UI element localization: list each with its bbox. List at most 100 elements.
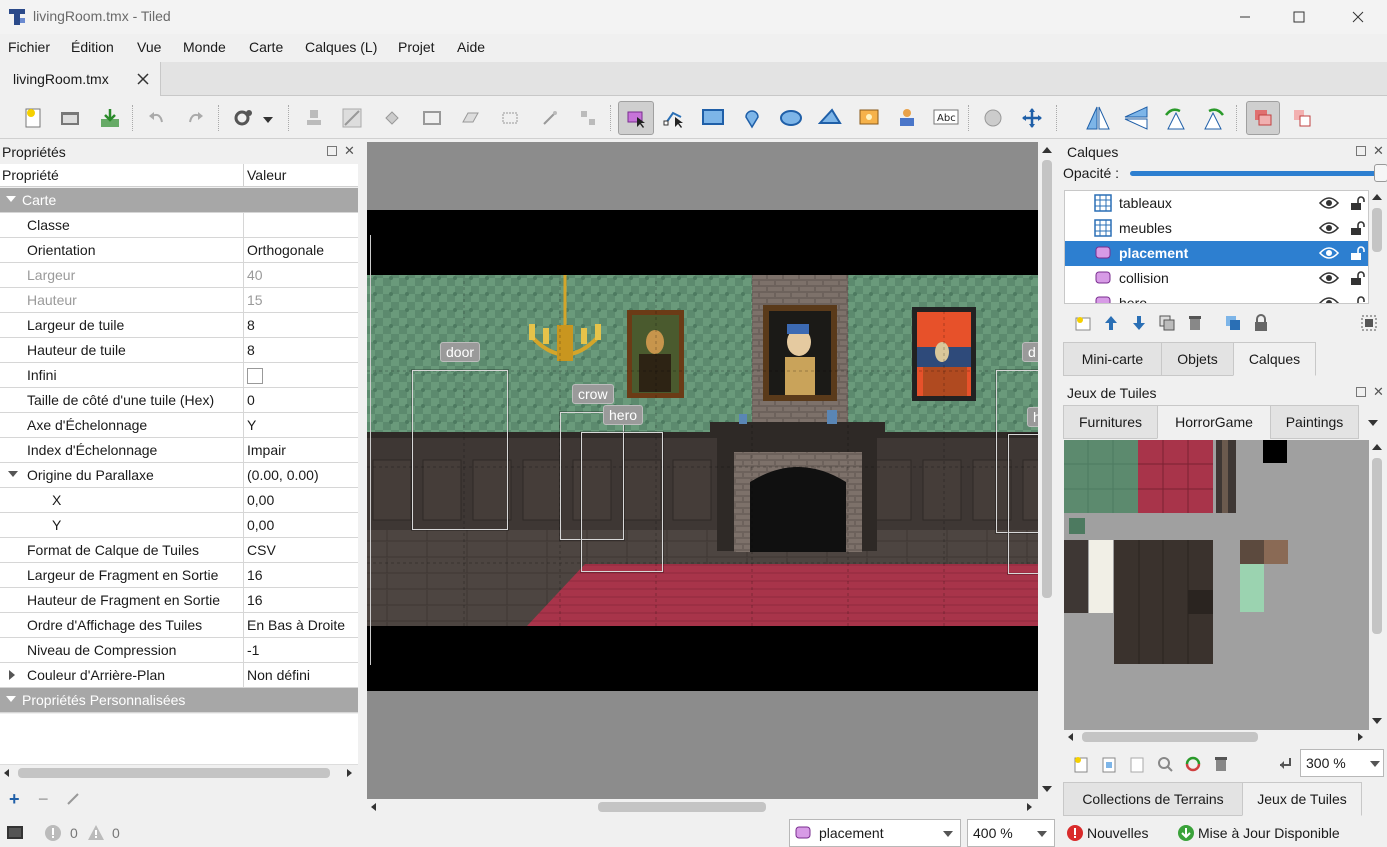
select-objects-icon[interactable] <box>618 101 654 135</box>
menu-edition[interactable]: Édition <box>71 39 114 55</box>
property-row[interactable]: Niveau de Compression -1 <box>0 638 358 663</box>
tileset-menu-icon[interactable] <box>1368 420 1378 426</box>
tileset-view[interactable] <box>1064 440 1369 730</box>
open-icon[interactable] <box>56 105 84 131</box>
layer-row[interactable]: hero <box>1065 291 1368 303</box>
opacity-slider-handle[interactable] <box>1374 164 1387 182</box>
select-same-tile-icon[interactable] <box>574 105 602 131</box>
menu-fichier[interactable]: Fichier <box>8 39 50 55</box>
menu-monde[interactable]: Monde <box>183 39 226 55</box>
rotate-left-icon[interactable] <box>1161 105 1189 131</box>
group-custom-properties[interactable]: Propriétés Personnalisées <box>0 688 358 713</box>
property-value[interactable]: Y <box>247 417 256 433</box>
property-row[interactable]: Largeur 40 <box>0 263 358 288</box>
insert-template-icon[interactable] <box>893 105 921 131</box>
layer-row[interactable]: meubles <box>1065 216 1368 241</box>
new-tileset-icon[interactable] <box>1072 755 1090 776</box>
layer-group-icon[interactable] <box>1224 314 1242 335</box>
flip-vertical-icon[interactable] <box>1122 105 1150 131</box>
tab-objets[interactable]: Objets <box>1161 342 1234 376</box>
tab-furnitures[interactable]: Furnitures <box>1063 405 1158 439</box>
close-layers-icon[interactable]: ✕ <box>1373 143 1384 159</box>
lock-icon[interactable] <box>1349 220 1365 239</box>
property-row[interactable]: Index d'Échelonnage Impair <box>0 438 358 463</box>
rotate-right-icon[interactable] <box>1200 105 1228 131</box>
properties-hscrollbar[interactable] <box>0 764 358 780</box>
opacity-slider[interactable] <box>1130 171 1380 176</box>
property-value[interactable]: CSV <box>247 542 276 558</box>
warning-icon[interactable] <box>87 824 105 845</box>
commands-icon[interactable] <box>230 105 258 131</box>
tab-jeux-de-tuiles[interactable]: Jeux de Tuiles <box>1242 782 1362 816</box>
lower-layer-icon[interactable] <box>1130 314 1148 335</box>
duplicate-layer-icon[interactable] <box>1158 314 1176 335</box>
lock-icon[interactable] <box>1349 270 1365 289</box>
lock-icon[interactable] <box>1349 295 1365 303</box>
tileset-hscrollbar[interactable] <box>1064 730 1369 744</box>
tileset-zoom-combo[interactable]: 300 % <box>1300 749 1384 777</box>
object-h-box[interactable] <box>1008 434 1038 574</box>
visibility-eye-icon[interactable] <box>1318 196 1340 213</box>
layer-row[interactable]: collision <box>1065 266 1368 291</box>
property-value[interactable]: Orthogonale <box>247 242 324 258</box>
property-value[interactable]: 8 <box>247 342 255 358</box>
flip-horizontal-icon[interactable] <box>1084 105 1112 131</box>
property-row[interactable]: Largeur de tuile 8 <box>0 313 358 338</box>
error-icon[interactable] <box>44 824 62 845</box>
edit-tileset-icon[interactable] <box>1156 755 1174 776</box>
property-value[interactable]: Non défini <box>247 667 310 683</box>
rename-property-icon[interactable] <box>66 792 80 809</box>
property-row[interactable]: Y 0,00 <box>0 513 358 538</box>
property-row[interactable]: Couleur d'Arrière-Plan Non défini <box>0 663 358 688</box>
current-layer-combo[interactable]: placement <box>789 819 961 847</box>
delete-layer-icon[interactable] <box>1186 314 1204 335</box>
property-row[interactable]: Largeur de Fragment en Sortie 16 <box>0 563 358 588</box>
infini-checkbox[interactable] <box>247 368 263 384</box>
show-tile-collision-icon[interactable] <box>1288 105 1316 131</box>
console-icon[interactable] <box>6 825 24 844</box>
replace-tileset-icon[interactable] <box>1184 755 1202 776</box>
save-icon[interactable] <box>96 105 124 131</box>
insert-point-icon[interactable] <box>738 105 766 131</box>
property-value[interactable]: 40 <box>247 267 263 283</box>
raise-layer-icon[interactable] <box>1102 314 1120 335</box>
property-row[interactable]: Hauteur 15 <box>0 288 358 313</box>
stamp-brush-icon[interactable] <box>300 105 328 131</box>
update-link[interactable]: Mise à Jour Disponible <box>1198 825 1340 841</box>
property-value[interactable]: 8 <box>247 317 255 333</box>
map-canvas[interactable]: door crow hero d h <box>367 142 1038 799</box>
canvas-vscrollbar[interactable] <box>1038 142 1056 799</box>
property-row[interactable]: Taille de côté d'une tuile (Hex) 0 <box>0 388 358 413</box>
maximize-button[interactable] <box>1270 0 1328 34</box>
shape-fill-icon[interactable] <box>418 105 446 131</box>
property-row[interactable]: Hauteur de tuile 8 <box>0 338 358 363</box>
bucket-fill-icon[interactable] <box>378 105 406 131</box>
layer-row[interactable]: placement <box>1065 241 1368 266</box>
eraser-icon[interactable] <box>456 105 484 131</box>
property-value[interactable]: 0,00 <box>247 517 274 533</box>
menu-vue[interactable]: Vue <box>137 39 161 55</box>
property-value[interactable]: En Bas à Droite <box>247 617 345 633</box>
insert-ellipse-icon[interactable] <box>777 105 805 131</box>
property-row[interactable]: Axe d'Échelonnage Y <box>0 413 358 438</box>
move-icon[interactable] <box>1018 105 1046 131</box>
lock-icon[interactable] <box>1349 195 1365 214</box>
property-value[interactable]: (0.00, 0.00) <box>247 467 319 483</box>
property-row[interactable]: Ordre d'Affichage des Tuiles En Bas à Dro… <box>0 613 358 638</box>
insert-text-icon[interactable]: Abc <box>932 105 960 131</box>
property-value[interactable]: 0,00 <box>247 492 274 508</box>
embed-tileset-icon[interactable] <box>1100 755 1118 776</box>
group-carte[interactable]: Carte <box>0 188 358 213</box>
tab-calques[interactable]: Calques <box>1233 342 1316 376</box>
visibility-eye-icon[interactable] <box>1318 271 1340 288</box>
highlight-layer-icon[interactable] <box>1360 314 1378 335</box>
menu-aide[interactable]: Aide <box>457 39 485 55</box>
property-value[interactable]: -1 <box>247 642 259 658</box>
property-row[interactable]: Hauteur de Fragment en Sortie 16 <box>0 588 358 613</box>
property-row[interactable]: X 0,00 <box>0 488 358 513</box>
insert-polygon-icon[interactable] <box>816 105 844 131</box>
close-window-button[interactable] <box>1329 0 1387 34</box>
close-tilesets-icon[interactable]: ✕ <box>1373 384 1384 400</box>
property-value[interactable]: 16 <box>247 592 263 608</box>
map-zoom-combo[interactable]: 400 % <box>967 819 1055 847</box>
